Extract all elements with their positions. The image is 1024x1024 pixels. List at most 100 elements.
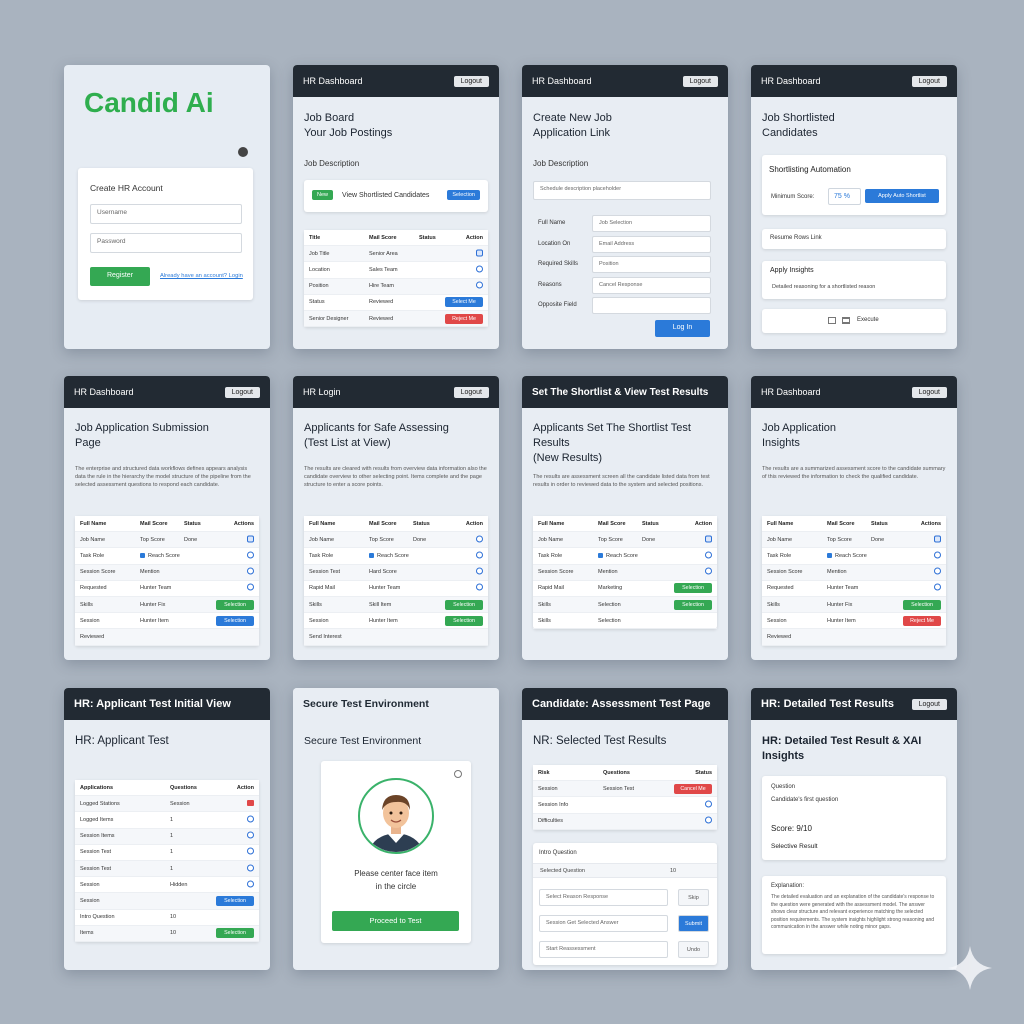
username-input[interactable]: Username: [90, 204, 242, 224]
action-button[interactable]: Selection: [903, 599, 941, 610]
row-action[interactable]: [247, 551, 254, 560]
row-action[interactable]: [247, 815, 254, 824]
password-input[interactable]: Password: [90, 233, 242, 253]
row-action[interactable]: [934, 583, 941, 593]
row-action[interactable]: [247, 831, 254, 841]
logout-button[interactable]: Logout: [224, 386, 260, 398]
checkbox-icon[interactable]: [705, 535, 712, 543]
row-action[interactable]: [705, 551, 712, 560]
radio-icon[interactable]: [476, 535, 483, 543]
job-description-input[interactable]: Schedule description placeholder: [533, 181, 711, 200]
proceed-button[interactable]: Proceed to Test: [332, 911, 459, 931]
row-action[interactable]: Selection: [674, 599, 712, 610]
flag-icon[interactable]: [247, 799, 254, 806]
row-action[interactable]: [476, 567, 483, 577]
view-shortlisted-link[interactable]: View Shortlisted Candidates: [342, 192, 429, 199]
answer-action-button[interactable]: Submit: [678, 915, 709, 932]
radio-icon[interactable]: [247, 583, 254, 591]
form-field[interactable]: Position: [592, 256, 711, 273]
login-button[interactable]: Log In: [655, 320, 710, 337]
radio-icon[interactable]: [476, 567, 483, 575]
selection-button[interactable]: Selection: [447, 190, 480, 200]
row-action[interactable]: [247, 880, 254, 889]
answer-action-button[interactable]: Undo: [678, 941, 709, 958]
row-action[interactable]: [476, 281, 483, 291]
action-button[interactable]: Cancel Me: [674, 783, 712, 794]
row-action[interactable]: [934, 567, 941, 577]
new-button[interactable]: New: [312, 190, 334, 200]
action-button[interactable]: Selection: [674, 599, 712, 610]
settings-icon[interactable]: [454, 770, 462, 778]
row-action[interactable]: Cancel Me: [674, 783, 712, 794]
radio-icon[interactable]: [705, 551, 712, 559]
resume-rows-link[interactable]: Resume Rows Link: [762, 229, 946, 249]
radio-icon[interactable]: [247, 551, 254, 559]
answer-option[interactable]: Select Reason Response: [539, 889, 668, 906]
row-action[interactable]: [476, 535, 483, 544]
answer-option[interactable]: Start Reassessment: [539, 941, 668, 958]
form-field[interactable]: [592, 297, 711, 314]
row-action[interactable]: [476, 265, 483, 274]
radio-icon[interactable]: [476, 583, 483, 591]
radio-icon[interactable]: [705, 567, 712, 575]
apply-auto-shortlist-button[interactable]: Apply Auto Shortlist: [865, 189, 939, 203]
row-action[interactable]: [247, 567, 254, 577]
action-button[interactable]: Select Me: [445, 297, 483, 308]
radio-icon[interactable]: [934, 567, 941, 575]
row-action[interactable]: [476, 583, 483, 593]
action-button[interactable]: Selection: [216, 895, 254, 906]
radio-icon[interactable]: [247, 880, 254, 888]
row-action[interactable]: Selection: [445, 615, 483, 626]
row-action[interactable]: [705, 567, 712, 577]
row-action[interactable]: [476, 249, 483, 258]
radio-icon[interactable]: [934, 583, 941, 591]
row-action[interactable]: Selection: [216, 895, 254, 906]
row-action[interactable]: [705, 535, 712, 544]
checkbox-icon[interactable]: [247, 535, 254, 543]
row-action[interactable]: [247, 799, 254, 808]
row-action[interactable]: [247, 583, 254, 593]
row-action[interactable]: Selection: [445, 599, 483, 610]
answer-action-button[interactable]: Skip: [678, 889, 709, 906]
radio-icon[interactable]: [247, 847, 254, 855]
form-field[interactable]: Email Address: [592, 235, 711, 253]
action-button[interactable]: Selection: [445, 615, 483, 626]
row-action[interactable]: [934, 535, 941, 544]
radio-icon[interactable]: [934, 551, 941, 559]
row-action[interactable]: Select Me: [445, 297, 483, 308]
row-action[interactable]: Selection: [674, 583, 712, 594]
action-button[interactable]: Reject Me: [445, 313, 483, 324]
action-button[interactable]: Selection: [216, 928, 254, 939]
radio-icon[interactable]: [247, 831, 254, 839]
action-button[interactable]: Selection: [445, 599, 483, 610]
form-field[interactable]: Job Selection: [592, 215, 711, 232]
radio-icon[interactable]: [705, 800, 712, 808]
row-action[interactable]: [476, 551, 483, 560]
register-button[interactable]: Register: [90, 267, 150, 286]
radio-icon[interactable]: [705, 816, 712, 824]
logout-button[interactable]: Logout: [911, 386, 947, 398]
execute-panel[interactable]: Execute: [762, 309, 946, 333]
action-button[interactable]: Selection: [674, 583, 712, 594]
row-action[interactable]: [247, 535, 254, 544]
radio-icon[interactable]: [247, 567, 254, 575]
radio-icon[interactable]: [476, 265, 483, 273]
login-link[interactable]: Already have an account? Login: [160, 273, 243, 279]
theme-icon[interactable]: [238, 147, 248, 157]
row-action[interactable]: Selection: [903, 599, 941, 610]
min-score-input[interactable]: 75 %: [828, 188, 861, 205]
checkbox-icon[interactable]: [476, 249, 483, 257]
logout-button[interactable]: Logout: [453, 75, 489, 87]
logout-button[interactable]: Logout: [911, 698, 947, 710]
logout-button[interactable]: Logout: [453, 386, 489, 398]
radio-icon[interactable]: [247, 815, 254, 823]
row-action[interactable]: [247, 864, 254, 873]
action-button[interactable]: Selection: [216, 599, 254, 610]
answer-option[interactable]: Session Get Selected Answer: [539, 915, 668, 932]
logout-button[interactable]: Logout: [911, 75, 947, 87]
logout-button[interactable]: Logout: [682, 75, 718, 87]
checkbox-icon[interactable]: [934, 535, 941, 543]
row-action[interactable]: [247, 847, 254, 857]
radio-icon[interactable]: [476, 551, 483, 559]
row-action[interactable]: [934, 551, 941, 560]
